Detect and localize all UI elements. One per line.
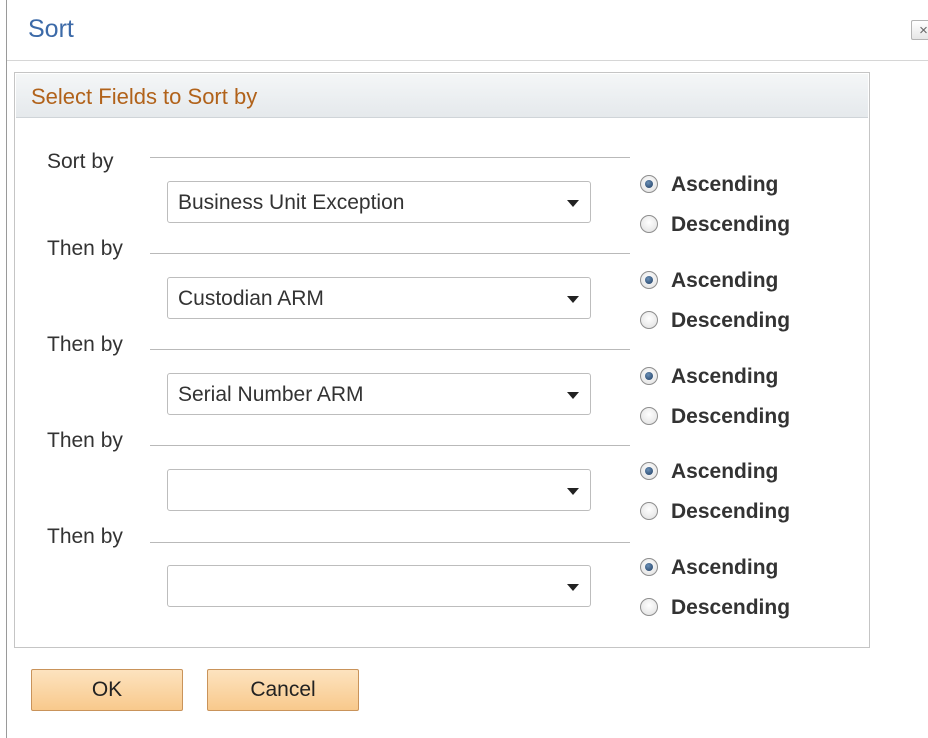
ascending-label: Ascending: [671, 269, 779, 292]
then-by-label: Then by: [47, 333, 123, 356]
ascending-radio-3[interactable]: [640, 367, 658, 385]
row-divider: [150, 253, 630, 254]
sort-field-dropdown-4[interactable]: [167, 469, 591, 511]
dialog-titlebar: Sort ×: [7, 0, 928, 61]
group-header: Select Fields to Sort by: [16, 74, 868, 118]
descending-radio-1[interactable]: [640, 215, 658, 233]
row-divider: [150, 157, 630, 158]
group-title: Select Fields to Sort by: [31, 84, 258, 109]
ok-button[interactable]: OK: [31, 669, 183, 711]
ascending-label: Ascending: [671, 173, 779, 196]
descending-label: Descending: [671, 500, 791, 523]
ascending-label: Ascending: [671, 460, 779, 483]
dialog-frame-border: [6, 0, 7, 738]
then-by-label: Then by: [47, 237, 123, 260]
sort-field-dropdown-3[interactable]: Serial Number ARM: [167, 373, 591, 415]
descending-radio-4[interactable]: [640, 502, 658, 520]
ascending-radio-1[interactable]: [640, 175, 658, 193]
sort-by-label: Sort by: [47, 150, 114, 173]
dialog-title: Sort: [28, 15, 74, 43]
descending-label: Descending: [671, 309, 791, 332]
descending-radio-3[interactable]: [640, 407, 658, 425]
descending-radio-5[interactable]: [640, 598, 658, 616]
dropdown-arrow-icon: [567, 296, 579, 303]
ascending-label: Ascending: [671, 556, 779, 579]
dropdown-arrow-icon: [567, 200, 579, 207]
descending-radio-2[interactable]: [640, 311, 658, 329]
dropdown-value: Serial Number ARM: [178, 383, 364, 406]
row-divider: [150, 445, 630, 446]
descending-label: Descending: [671, 596, 791, 619]
dropdown-arrow-icon: [567, 488, 579, 495]
sort-field-dropdown-5[interactable]: [167, 565, 591, 607]
descending-label: Descending: [671, 213, 791, 236]
dropdown-value: Business Unit Exception: [178, 191, 405, 214]
dropdown-arrow-icon: [567, 392, 579, 399]
descending-label: Descending: [671, 405, 791, 428]
then-by-label: Then by: [47, 525, 123, 548]
sort-field-dropdown-1[interactable]: Business Unit Exception: [167, 181, 591, 223]
ascending-radio-2[interactable]: [640, 271, 658, 289]
ascending-label: Ascending: [671, 365, 779, 388]
ascending-radio-5[interactable]: [640, 558, 658, 576]
cancel-button[interactable]: Cancel: [207, 669, 359, 711]
then-by-label: Then by: [47, 429, 123, 452]
close-icon[interactable]: ×: [911, 20, 928, 40]
row-divider: [150, 542, 630, 543]
ascending-radio-4[interactable]: [640, 462, 658, 480]
row-divider: [150, 349, 630, 350]
sort-field-dropdown-2[interactable]: Custodian ARM: [167, 277, 591, 319]
dropdown-arrow-icon: [567, 584, 579, 591]
dropdown-value: Custodian ARM: [178, 287, 324, 310]
